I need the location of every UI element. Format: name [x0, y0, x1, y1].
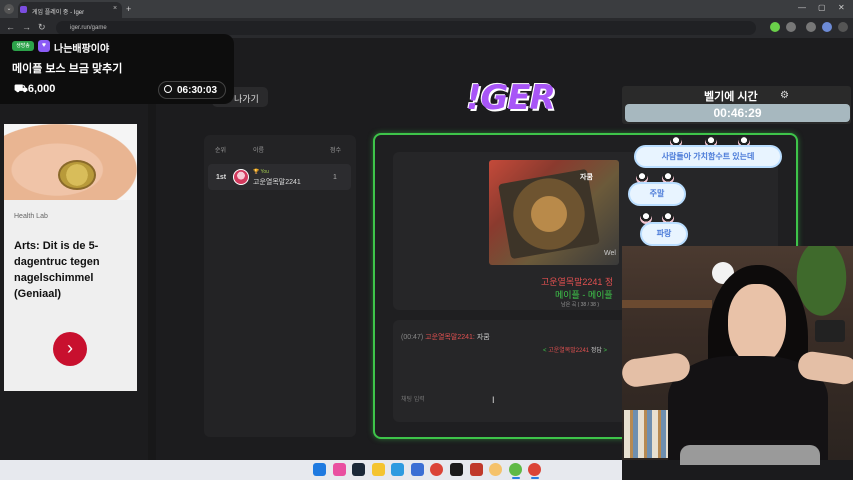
player-score: 1: [333, 174, 337, 181]
webcam-books: [624, 410, 669, 458]
chat-text: 자쿰: [476, 334, 490, 341]
app-icon[interactable]: [489, 463, 502, 476]
chat-system-message: < 고운열목말2241 정답 >: [543, 345, 607, 354]
start-icon[interactable]: [313, 463, 326, 476]
avatar: [233, 169, 249, 185]
streamer-name: 나는배팡이야: [54, 44, 110, 55]
url-field[interactable]: iger.run/game: [56, 21, 756, 35]
reload-icon[interactable]: ↻: [38, 22, 46, 33]
obs-icon[interactable]: [509, 463, 522, 476]
viewer-count: ⛟6,000: [14, 83, 55, 97]
terminal-icon[interactable]: [450, 463, 463, 476]
chevron-left-icon: <: [543, 348, 547, 354]
name-header: 이름: [253, 148, 265, 154]
chat-bubble: 주말: [628, 182, 686, 206]
chevron-right-icon: >: [603, 348, 608, 354]
heart-icon: ♥: [38, 40, 50, 52]
browser-tab[interactable]: 게임 플레이 중 - Iger: [18, 2, 122, 18]
iger-logo[interactable]: !GER: [466, 78, 556, 118]
tab-close-icon[interactable]: ×: [113, 5, 117, 12]
bookmark-star-icon[interactable]: [786, 22, 796, 32]
answer-title: 메이플 - 메이플: [555, 290, 613, 300]
active-app-indicator: [531, 477, 539, 479]
ad-image-nail: [58, 160, 96, 190]
chat-author: 고운열목말2241:: [425, 334, 475, 341]
player-name: 고운열목말2241: [253, 179, 301, 186]
chat-bubble: 사람들아 가치함수트 있는데: [634, 145, 782, 168]
clock-widget-time: 00:46:29: [625, 104, 850, 122]
viewer-count-value: 6,000: [27, 83, 56, 95]
maximize-button[interactable]: ▢: [818, 3, 826, 12]
live-badge: 생방송: [12, 41, 34, 51]
edge-icon[interactable]: [391, 463, 404, 476]
gear-icon: ⚙: [780, 90, 789, 101]
tab-search-button[interactable]: ⌄: [4, 4, 14, 14]
chat-author: 고운열목말2241: [548, 348, 590, 354]
album-art-caption: Wel: [604, 250, 616, 257]
answer-winner: 고운열목말2241 정: [541, 277, 614, 287]
profile-avatar[interactable]: [822, 22, 832, 32]
album-art-label: 자쿰: [580, 174, 593, 181]
file-explorer-icon[interactable]: [372, 463, 385, 476]
clock-icon: [164, 85, 172, 93]
forward-icon[interactable]: →: [22, 22, 31, 32]
chrome-icon[interactable]: [430, 463, 443, 476]
stream-title: 메이플 보스 브금 맞추기: [12, 63, 123, 75]
webcam-blanket: [680, 445, 820, 465]
webcam-camera: [815, 320, 845, 342]
rank-header: 순위: [215, 148, 227, 154]
chat-message: (00:47) 고운열목말2241: 자쿰: [401, 332, 490, 342]
app-icon[interactable]: [470, 463, 483, 476]
copilot-icon[interactable]: [333, 463, 346, 476]
album-art-figure: [498, 168, 600, 260]
chat-time: (00:47): [401, 334, 424, 341]
steam-icon[interactable]: [352, 463, 365, 476]
back-icon[interactable]: ←: [6, 22, 15, 32]
remaining-songs: 남은 곡 ( 38 / 38 ): [561, 302, 599, 308]
ad-arrow-button[interactable]: ›: [53, 332, 87, 366]
chrome-icon[interactable]: [528, 463, 541, 476]
new-tab-button[interactable]: +: [126, 4, 131, 14]
browser-menu-icon[interactable]: [838, 22, 848, 32]
chat-text: 정답: [590, 348, 602, 354]
active-app-indicator: [512, 477, 520, 479]
tab-favicon-icon: [20, 6, 27, 13]
score-header: 점수: [330, 148, 342, 154]
app-icon[interactable]: [411, 463, 424, 476]
close-window-button[interactable]: ✕: [838, 3, 845, 12]
webcam-person-face: [728, 284, 786, 364]
clock-widget-title: 벨기에 시간: [704, 91, 758, 103]
minimize-button[interactable]: —: [798, 3, 806, 12]
webcam-shelf: [622, 300, 712, 308]
player-rank: 1st: [216, 174, 227, 181]
viewer-icon: ⛟: [14, 83, 28, 95]
downloads-icon[interactable]: [806, 22, 816, 32]
extension-icon[interactable]: [770, 22, 780, 32]
chat-bubble: 파랑: [640, 222, 688, 246]
ad-title[interactable]: Arts: Dit is de 5-dagentruc tegen nagels…: [14, 238, 129, 302]
chat-input[interactable]: [401, 392, 621, 408]
ad-source: Health Lab: [14, 213, 48, 220]
you-badge: 🏆 You: [253, 169, 269, 175]
text-cursor-icon: I: [492, 395, 495, 405]
